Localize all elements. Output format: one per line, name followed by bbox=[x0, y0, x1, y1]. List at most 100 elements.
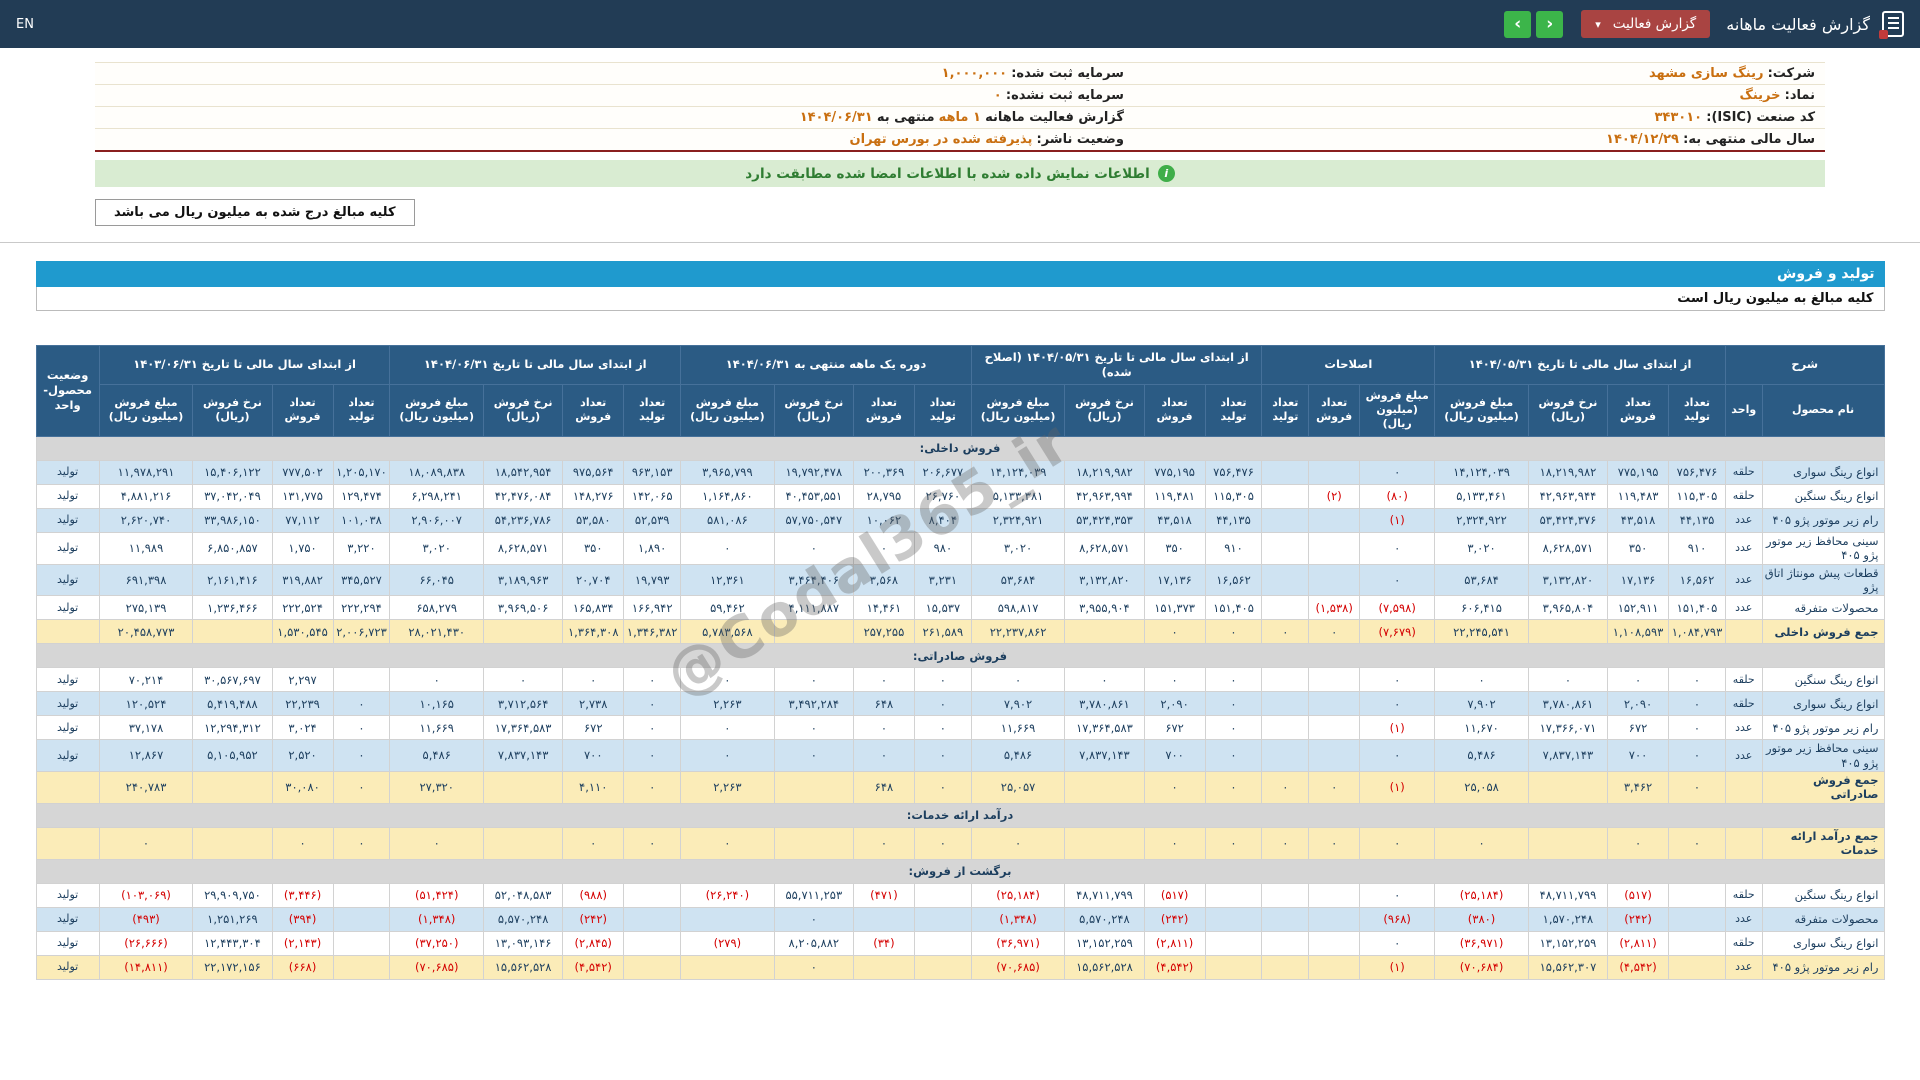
value-cell: ۱۷,۱۳۶ bbox=[1143, 563, 1206, 597]
value-cell bbox=[913, 930, 972, 956]
column-group-header: اصلاحات bbox=[1261, 345, 1436, 385]
value-cell: ۰ bbox=[623, 667, 682, 693]
product-name-cell: انواع رینگ سواری bbox=[1761, 930, 1885, 956]
value-cell: (۳۷,۲۵۰) bbox=[389, 930, 484, 956]
value-cell: (۱۴,۸۱۱) bbox=[98, 954, 194, 980]
value-cell bbox=[1527, 826, 1609, 860]
value-cell: ۰ bbox=[852, 531, 915, 565]
value-cell: ۶,۲۹۸,۲۴۱ bbox=[389, 483, 484, 509]
value-cell: ۰ bbox=[1204, 739, 1263, 773]
value-cell bbox=[1261, 930, 1310, 956]
value-cell: ۰ bbox=[1668, 771, 1726, 804]
product-status-cell: تولید bbox=[35, 459, 100, 485]
value-cell: ۰ bbox=[1261, 826, 1310, 860]
column-header: تعداد تولید bbox=[623, 383, 682, 437]
value-cell bbox=[1308, 531, 1361, 565]
column-header: نرخ فروش (ریال) bbox=[773, 383, 854, 437]
value-cell: ۶۴۸ bbox=[852, 771, 915, 804]
value-cell: ۵۹۸,۸۱۷ bbox=[970, 595, 1066, 621]
value-cell: ۵۳,۶۸۴ bbox=[1434, 563, 1529, 597]
value-cell: ۷۷۷,۵۰۲ bbox=[271, 459, 334, 485]
info-label: نماد: bbox=[1784, 88, 1815, 103]
value-cell: ۰ bbox=[913, 739, 972, 773]
value-cell: ۵۳,۴۲۴,۳۵۳ bbox=[1064, 507, 1145, 533]
column-header: تعداد فروش bbox=[1607, 383, 1670, 437]
value-cell: ۱۱,۶۷۰ bbox=[1434, 715, 1529, 741]
value-cell: ۱,۲۰۵,۱۷۰ bbox=[332, 459, 391, 485]
value-cell: ۱۸,۵۴۲,۹۵۴ bbox=[482, 459, 564, 485]
column-header: تعداد فروش bbox=[562, 383, 625, 437]
value-cell bbox=[1261, 954, 1310, 980]
table-row: رام زیر موتور پژو ۴۰۵ عدد ۰ ۶۷۲ ۱۷,۳۶۶,۰۷۱ ۱۱… bbox=[35, 715, 1885, 741]
value-cell: ۵,۴۸۶ bbox=[1434, 739, 1529, 773]
value-cell bbox=[773, 826, 854, 860]
value-cell: ۰ bbox=[680, 826, 775, 860]
value-cell: ۳,۹۵۵,۹۰۴ bbox=[1064, 595, 1145, 621]
value-cell bbox=[332, 906, 391, 932]
value-cell: ۷۷,۱۱۲ bbox=[271, 507, 334, 533]
product-status-cell: تولید bbox=[35, 930, 100, 956]
value-cell: ۳۴۵,۵۲۷ bbox=[332, 563, 391, 597]
page-title: گزارش فعالیت ماهانه bbox=[1726, 14, 1870, 34]
table-amounts-note: کلیه مبالغ به میلیون ریال است bbox=[35, 287, 1885, 311]
value-cell bbox=[1308, 906, 1361, 932]
product-name-cell: رام زیر موتور پژو ۴۰۵ bbox=[1761, 954, 1885, 980]
column-header: تعداد تولید bbox=[913, 383, 972, 437]
value-cell: ۰ bbox=[1359, 826, 1436, 860]
next-report-button[interactable]: › bbox=[1536, 10, 1564, 38]
product-name-cell: سینی محافظ زیر موتور پژو ۴۰۵ bbox=[1761, 739, 1885, 773]
value-cell: ۰ bbox=[773, 739, 854, 773]
value-cell: ۷,۹۰۲ bbox=[970, 691, 1066, 717]
value-cell: ۱,۰۸۴,۷۹۳ bbox=[1668, 619, 1726, 645]
table-row: فروش صادراتی: bbox=[35, 643, 1885, 669]
product-status-cell: تولید bbox=[35, 595, 100, 621]
value-cell: ۰ bbox=[332, 691, 391, 717]
value-cell: ۲۷,۳۲۰ bbox=[389, 771, 484, 804]
value-cell: ۲,۵۲۰ bbox=[271, 739, 334, 773]
table-row: فروش داخلی: bbox=[35, 435, 1885, 461]
value-cell: ۳,۷۸۰,۸۶۱ bbox=[1527, 691, 1609, 717]
product-name-cell: انواع رینگ سنگین bbox=[1761, 667, 1885, 693]
column-group-header: از ابتدای سال مالی تا تاریخ ۱۴۰۴/۰۶/۳۱ bbox=[389, 345, 682, 385]
value-cell: ۰ bbox=[1668, 715, 1726, 741]
value-cell: (۵۱۷) bbox=[1143, 882, 1206, 908]
value-cell: ۳,۲۲۰ bbox=[332, 531, 391, 565]
value-cell: ۱۵۱,۴۰۵ bbox=[1204, 595, 1263, 621]
value-cell: ۲۲۲,۵۲۴ bbox=[271, 595, 334, 621]
unit-cell: حلقه bbox=[1724, 691, 1763, 717]
value-cell: ۵,۵۷۰,۲۴۸ bbox=[482, 906, 564, 932]
value-cell: ۵,۱۳۳,۴۶۱ bbox=[1434, 483, 1529, 509]
value-cell: ۳۰,۵۶۷,۶۹۷ bbox=[192, 667, 273, 693]
value-cell: (۴۹۳) bbox=[98, 906, 194, 932]
unit-cell: حلقه bbox=[1724, 667, 1763, 693]
product-name-cell: رام زیر موتور پژو ۴۰۵ bbox=[1761, 507, 1885, 533]
value-cell: ۰ bbox=[1359, 882, 1436, 908]
value-cell bbox=[482, 619, 564, 645]
value-cell: ۰ bbox=[562, 667, 625, 693]
value-cell: (۲) bbox=[1308, 483, 1361, 509]
value-cell: ۰ bbox=[389, 826, 484, 860]
info-value: ۳۴۳۰۱۰ bbox=[1654, 110, 1703, 125]
table-row: قطعات پیش مونتاژ اتاق پژو عدد ۱۶,۵۶۲ ۱۷,۱۳۶… bbox=[35, 563, 1885, 597]
value-cell bbox=[1261, 906, 1310, 932]
value-cell: ۳,۷۸۰,۸۶۱ bbox=[1064, 691, 1145, 717]
value-cell: ۲۰۰,۳۶۹ bbox=[852, 459, 915, 485]
value-cell: ۹۱۰ bbox=[1204, 531, 1263, 565]
value-cell: ۶۴۸ bbox=[852, 691, 915, 717]
value-cell bbox=[332, 667, 391, 693]
value-cell: (۳۴) bbox=[852, 930, 915, 956]
language-link[interactable]: EN bbox=[16, 17, 34, 32]
value-cell: ۰ bbox=[1204, 667, 1263, 693]
value-cell: ۲,۰۰۶,۷۲۳ bbox=[332, 619, 391, 645]
product-status-cell bbox=[35, 619, 100, 645]
info-cell-left: سرمایه ثبت نشده: ۰ bbox=[95, 84, 1134, 107]
value-cell bbox=[1261, 715, 1310, 741]
value-cell: (۱) bbox=[1359, 954, 1436, 980]
report-type-dropdown[interactable]: گزارش فعالیت ▾ bbox=[1581, 10, 1711, 38]
report-document-icon bbox=[1879, 11, 1904, 39]
info-value: ۱,۰۰۰,۰۰۰ bbox=[941, 66, 1008, 81]
info-value: ۰ bbox=[993, 88, 1002, 103]
value-cell: ۹۷۵,۵۶۴ bbox=[562, 459, 625, 485]
value-cell bbox=[773, 771, 854, 804]
prev-report-button[interactable]: ‹ bbox=[1504, 10, 1532, 38]
